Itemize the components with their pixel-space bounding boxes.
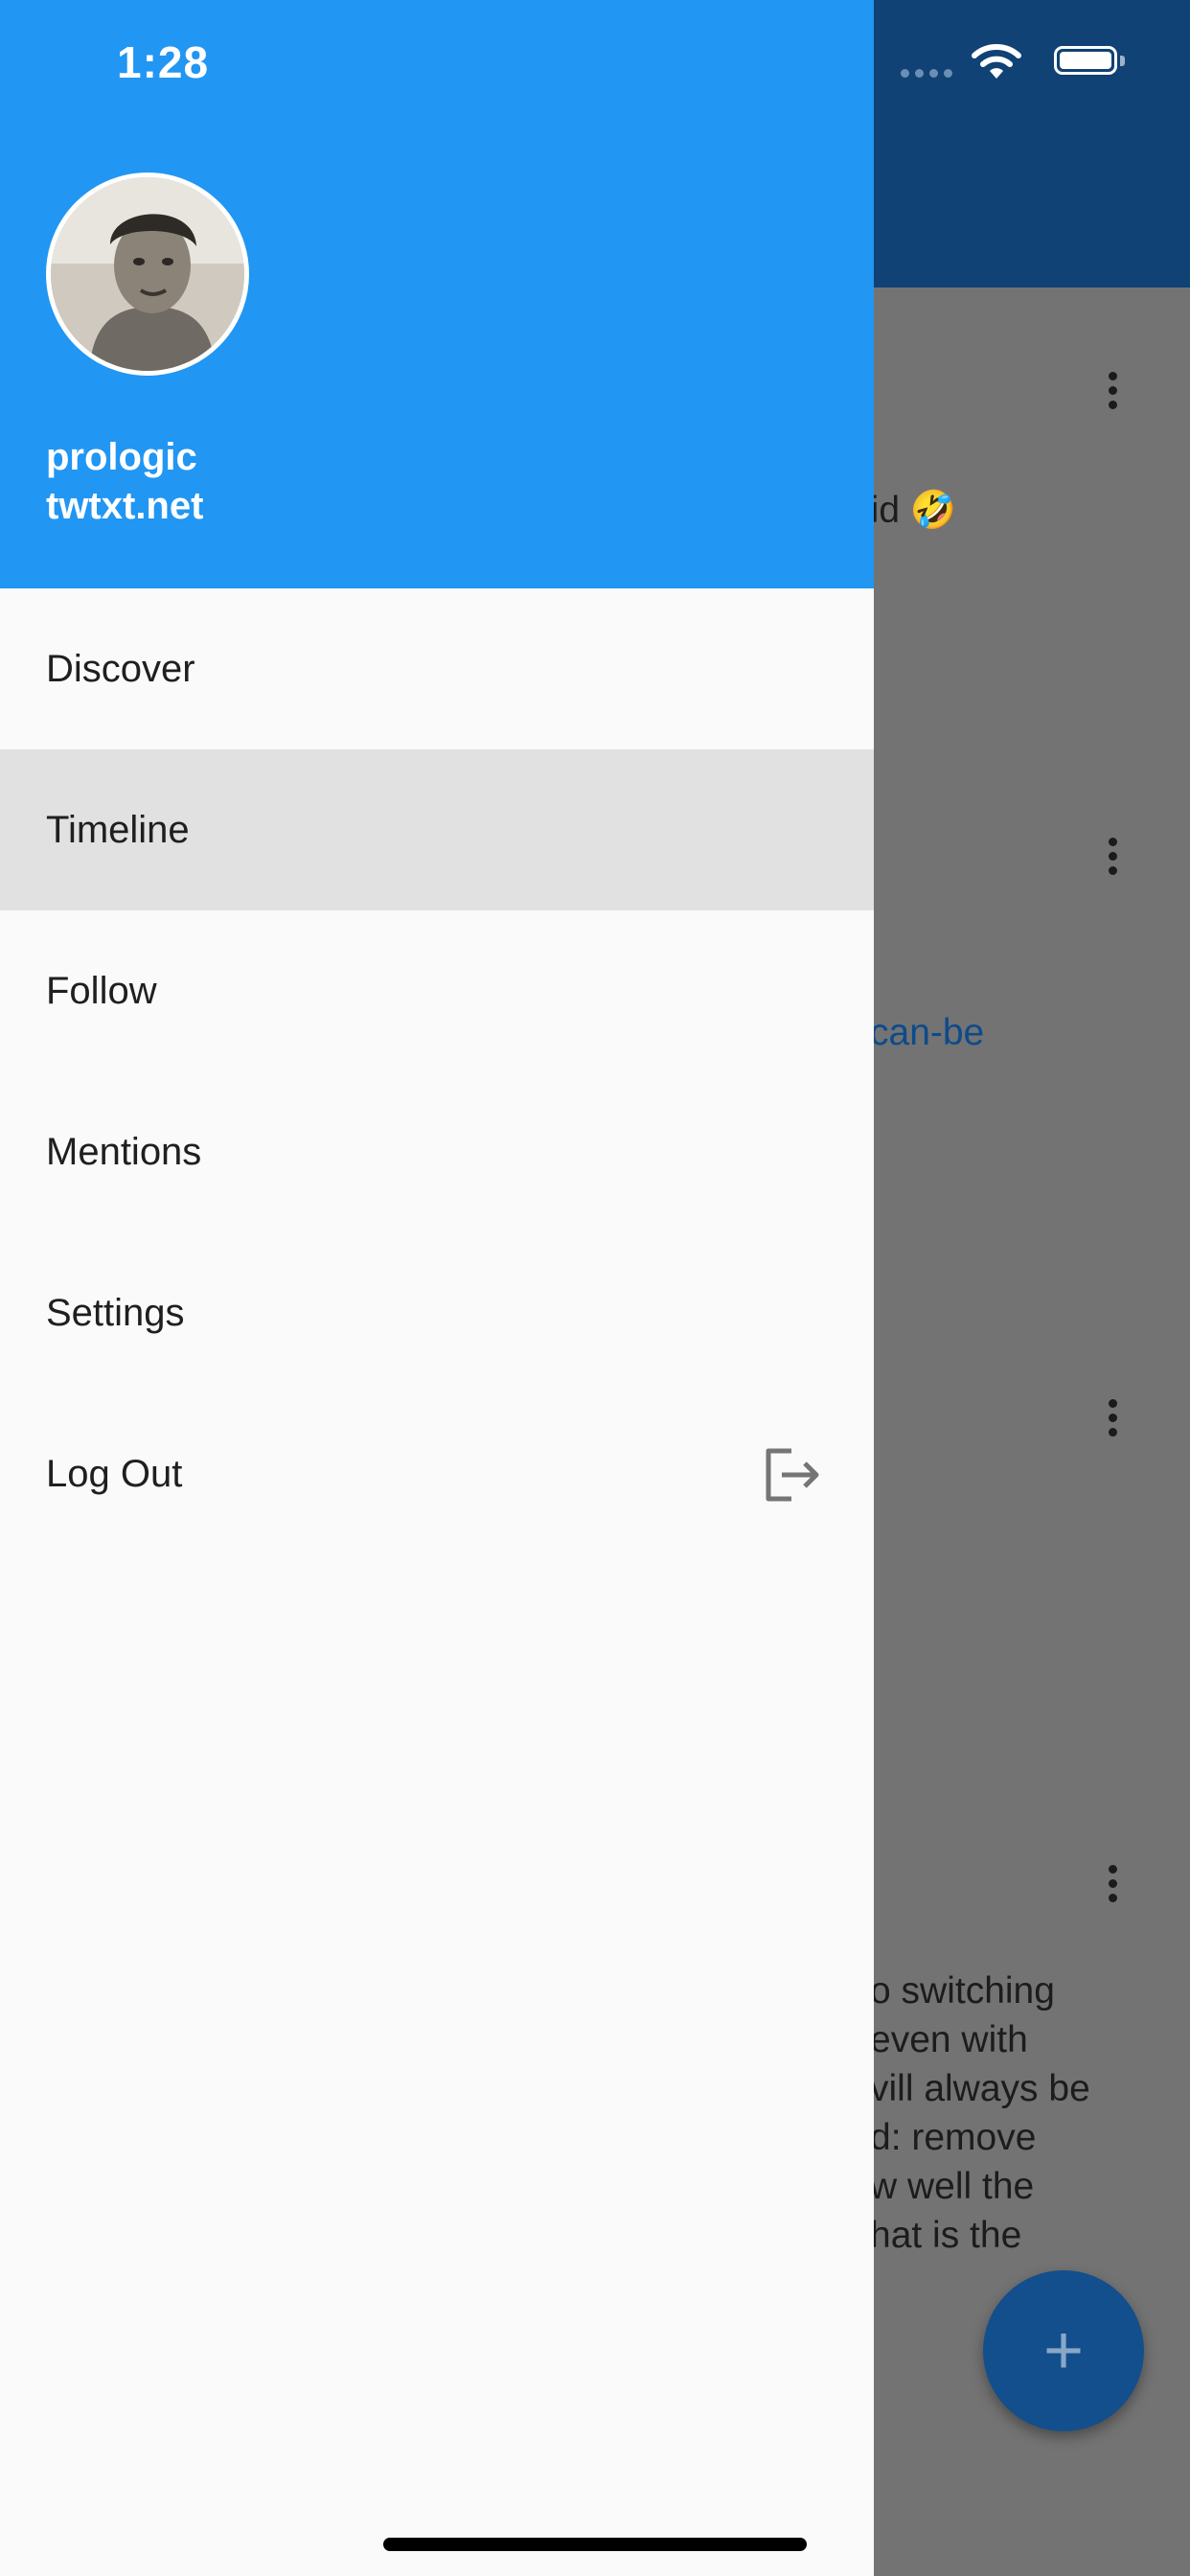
menu-item-discover[interactable]: Discover bbox=[0, 588, 874, 749]
menu-item-follow[interactable]: Follow bbox=[0, 910, 874, 1071]
user-name: prologic bbox=[46, 436, 197, 478]
menu-item-timeline[interactable]: Timeline bbox=[0, 749, 874, 910]
drawer-header: prologic twtxt.net bbox=[0, 0, 874, 588]
menu-item-log-out[interactable]: Log Out bbox=[0, 1393, 874, 1554]
status-time: 1:28 bbox=[117, 37, 210, 87]
menu-item-label: Discover bbox=[46, 647, 195, 690]
menu-item-label: Timeline bbox=[46, 808, 190, 851]
post-link-snippet: can-be bbox=[870, 1012, 985, 1053]
wifi-icon bbox=[972, 42, 1021, 85]
more-options-icon bbox=[1103, 1865, 1122, 1903]
navigation-drawer: prologic twtxt.net Discover Timeline Fol… bbox=[0, 0, 874, 2576]
new-post-button: + bbox=[983, 2270, 1144, 2431]
menu-item-settings[interactable]: Settings bbox=[0, 1232, 874, 1393]
menu-item-label: Log Out bbox=[46, 1452, 183, 1495]
post-snippet: o switching even with vill always be d: … bbox=[870, 1970, 1090, 2256]
menu-item-label: Mentions bbox=[46, 1130, 202, 1173]
menu-item-label: Settings bbox=[46, 1291, 185, 1334]
more-options-icon bbox=[1103, 838, 1122, 876]
avatar[interactable] bbox=[46, 172, 249, 376]
home-indicator[interactable] bbox=[383, 2538, 807, 2551]
post-snippet: lid 🤣 bbox=[862, 490, 957, 531]
battery-icon bbox=[1054, 46, 1117, 75]
battery-tip bbox=[1120, 56, 1125, 66]
user-host: twtxt.net bbox=[46, 485, 204, 527]
cellular-signal-icon bbox=[901, 69, 952, 78]
drawer-menu: Discover Timeline Follow Mentions Settin… bbox=[0, 588, 874, 1554]
menu-item-label: Follow bbox=[46, 969, 157, 1012]
menu-item-mentions[interactable]: Mentions bbox=[0, 1071, 874, 1232]
more-options-icon bbox=[1103, 372, 1122, 410]
logout-icon bbox=[763, 1447, 822, 1507]
more-options-icon bbox=[1103, 1399, 1122, 1438]
status-icons bbox=[901, 38, 1127, 86]
